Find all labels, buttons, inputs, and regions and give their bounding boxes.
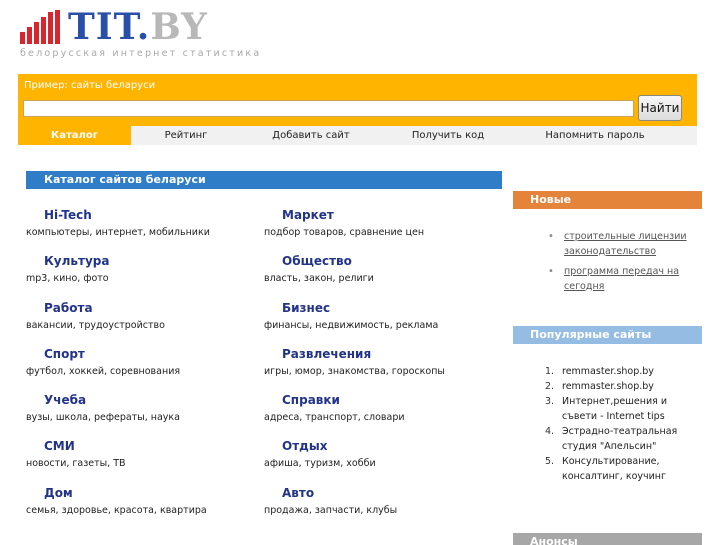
category-link[interactable]: Культура <box>44 253 109 269</box>
list-item[interactable]: 1. remmaster.shop.by <box>545 364 705 379</box>
nav-tab-add-site[interactable]: Добавить сайт <box>241 126 381 145</box>
category-link[interactable]: Спорт <box>44 346 180 362</box>
category-auto: Авто продажа, запчасти, клубы <box>264 485 397 516</box>
item-number: 5. <box>545 456 555 467</box>
nav-tab-catalog[interactable]: Каталог <box>18 126 131 145</box>
new-sites-header: Новые <box>513 191 702 209</box>
category-link[interactable]: Бизнес <box>282 300 438 316</box>
list-item[interactable]: 2. remmaster.shop.by <box>545 379 705 394</box>
category-link[interactable]: Авто <box>282 485 397 501</box>
category-description: продажа, запчасти, клубы <box>264 505 398 516</box>
category-description: mp3, кино, фото <box>26 273 109 284</box>
category-link[interactable]: Маркет <box>282 207 424 223</box>
category-description: игры, юмор, знакомства, гороскопы <box>264 366 445 377</box>
search-bar: Пример: сайты беларуси Найти <box>18 74 697 126</box>
category-link[interactable]: Отдых <box>282 438 376 454</box>
category-description: вузы, школа, рефераты, наука <box>26 412 180 423</box>
category-hi-tech: Hi-Tech компьютеры, интернет, мобильники <box>26 207 210 238</box>
popular-site-link[interactable]: Эстрадно-театральная студия "Апельсин" <box>562 424 705 454</box>
category-description: семья, здоровье, красота, квартира <box>26 505 207 516</box>
category-reference: Справки адреса, транспорт, словари <box>264 392 405 423</box>
item-number: 1. <box>545 366 555 377</box>
popular-sites-header: Популярные сайты <box>513 326 702 344</box>
category-study: Учеба вузы, школа, рефераты, наука <box>26 392 180 423</box>
new-sites-list: строительные лицензии законодательство п… <box>548 230 698 300</box>
new-site-link[interactable]: строительные лицензии законодательство <box>564 231 687 257</box>
category-business: Бизнес финансы, недвижимость, реклама <box>264 300 438 331</box>
category-culture: Культура mp3, кино, фото <box>26 253 109 284</box>
category-entertainment: Развлечения игры, юмор, знакомства, горо… <box>264 346 445 377</box>
logo-bars-icon <box>20 10 62 44</box>
catalog-title: Каталог сайтов беларуси <box>26 171 502 189</box>
category-link[interactable]: Справки <box>282 392 405 408</box>
item-number: 3. <box>545 396 555 407</box>
category-description: вакансии, трудоустройство <box>26 320 165 331</box>
category-society: Общество власть, закон, религи <box>264 253 374 284</box>
category-description: власть, закон, религи <box>264 273 374 284</box>
popular-site-link[interactable]: remmaster.shop.by <box>562 379 705 394</box>
logo-name: TIT <box>68 6 137 48</box>
category-link[interactable]: Дом <box>44 485 207 501</box>
category-sport: Спорт футбол, хоккей, соревнования <box>26 346 180 377</box>
category-description: афиша, туризм, хобби <box>264 458 376 469</box>
nav-tab-rating[interactable]: Рейтинг <box>131 126 241 145</box>
category-link[interactable]: Развлечения <box>282 346 445 362</box>
category-description: подбор товаров, сравнение цен <box>264 227 425 238</box>
category-link[interactable]: Общество <box>282 253 374 269</box>
list-item[interactable]: 3. Интернет,решения и съвети - Internet t… <box>545 394 705 424</box>
new-site-link[interactable]: программа передач на сегодня <box>564 266 679 292</box>
category-link[interactable]: СМИ <box>44 438 126 454</box>
search-input[interactable] <box>23 100 634 117</box>
category-link[interactable]: Работа <box>44 300 165 316</box>
nav-tab-get-code[interactable]: Получить код <box>381 126 515 145</box>
logo-dot: . <box>136 6 151 48</box>
item-number: 2. <box>545 381 555 392</box>
popular-site-link[interactable]: remmaster.shop.by <box>562 364 705 379</box>
category-leisure: Отдых афиша, туризм, хобби <box>264 438 376 469</box>
category-link[interactable]: Учеба <box>44 392 180 408</box>
main-nav: Каталог Рейтинг Добавить сайт Получить к… <box>18 126 697 145</box>
category-media: СМИ новости, газеты, ТВ <box>26 438 126 469</box>
popular-site-link[interactable]: Интернет,решения и съвети - Internet tip… <box>562 394 705 424</box>
category-description: финансы, недвижимость, реклама <box>264 320 439 331</box>
category-market: Маркет подбор товаров, сравнение цен <box>264 207 424 238</box>
category-description: адреса, транспорт, словари <box>264 412 405 423</box>
list-item[interactable]: 4. Эстрадно-театральная студия "Апельсин" <box>545 424 705 454</box>
category-link[interactable]: Hi-Tech <box>44 207 210 223</box>
popular-sites-list: 1. remmaster.shop.by 2. remmaster.shop.by … <box>545 364 705 484</box>
category-description: футбол, хоккей, соревнования <box>26 366 181 377</box>
site-header: TIT.BY белорусская интернет статистика <box>20 6 320 66</box>
list-item[interactable]: 5. Консультирование, консалтинг, коучинг <box>545 454 705 484</box>
category-description: новости, газеты, ТВ <box>26 458 126 469</box>
popular-site-link[interactable]: Консультирование, консалтинг, коучинг <box>562 454 705 484</box>
site-logo[interactable]: TIT.BY <box>68 6 208 48</box>
nav-tab-remind-password[interactable]: Напомнить пароль <box>515 126 675 145</box>
logo-tld: BY <box>150 6 208 48</box>
item-number: 4. <box>545 426 555 437</box>
search-button[interactable]: Найти <box>638 95 682 121</box>
category-work: Работа вакансии, трудоустройство <box>26 300 165 331</box>
announcements-header: Анонсы <box>513 533 702 545</box>
list-item: программа передач на сегодня <box>548 265 698 294</box>
logo-tagline: белорусская интернет статистика <box>20 48 262 59</box>
category-home: Дом семья, здоровье, красота, квартира <box>26 485 207 516</box>
search-hint: Пример: сайты беларуси <box>24 80 156 91</box>
list-item: строительные лицензии законодательство <box>548 230 698 259</box>
category-description: компьютеры, интернет, мобильники <box>26 227 210 238</box>
